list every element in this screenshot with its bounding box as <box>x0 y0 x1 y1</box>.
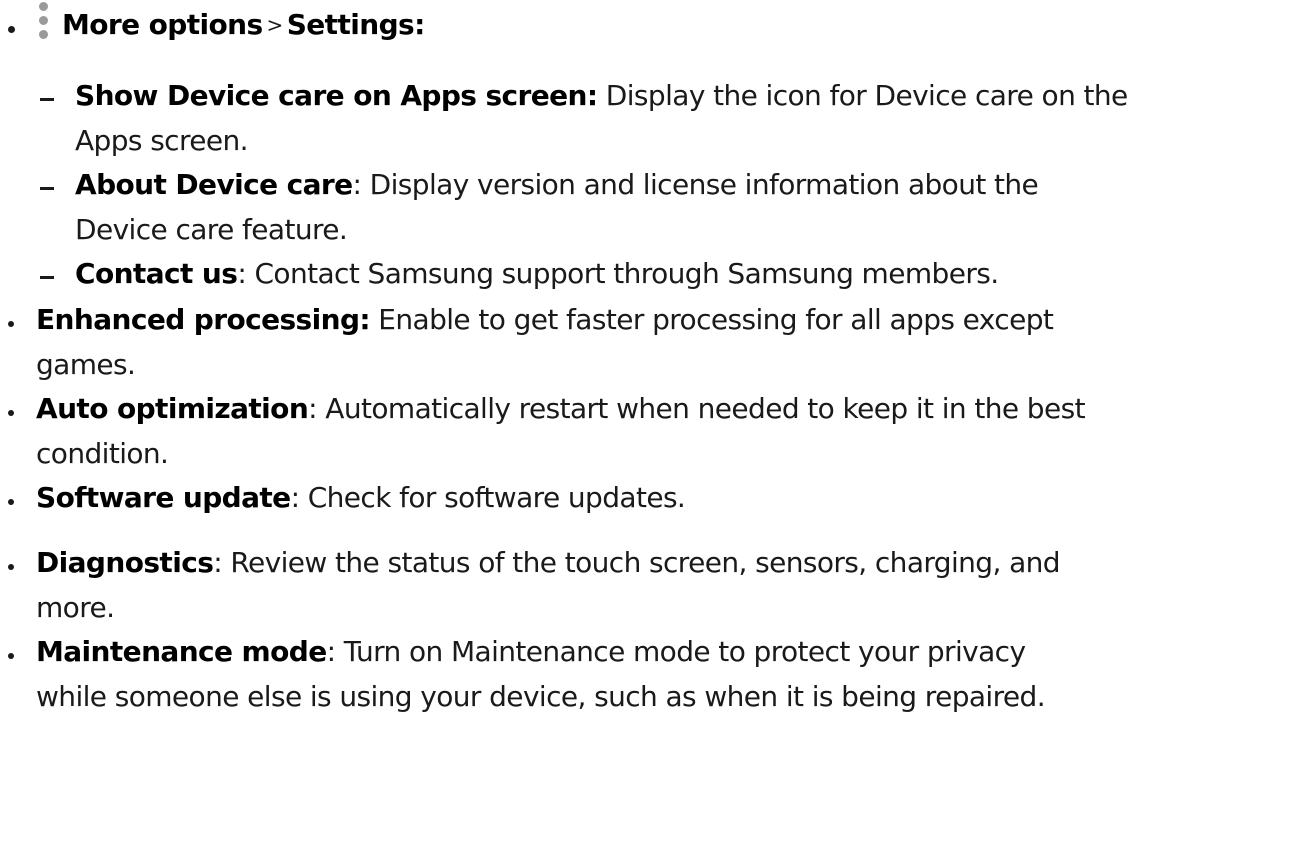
bullet-dot <box>8 410 14 416</box>
item-enhanced-processing: Enhanced processing: Enable to get faste… <box>36 297 1054 342</box>
sub-item-about-device-care: About Device care: Display version and l… <box>75 162 1039 207</box>
bullet-dot <box>8 26 15 33</box>
sub-item-description: Display the icon for Device care on the <box>597 79 1128 112</box>
item-auto-optimization: Auto optimization: Automatically restart… <box>36 386 1086 431</box>
settings-label: Settings: <box>286 8 426 41</box>
item-description-cont: games. <box>36 348 136 381</box>
item-description: : Turn on Maintenance mode to protect yo… <box>326 635 1026 668</box>
more-options-icon <box>36 2 50 42</box>
item-description: : Check for software updates. <box>290 481 686 514</box>
bullet-dot <box>8 499 14 505</box>
sub-item-term: Show Device care on Apps screen: <box>75 79 598 112</box>
dash-marker <box>40 187 54 190</box>
sub-item-term: About Device care <box>75 168 353 201</box>
item-software-update: Software update: Check for software upda… <box>36 475 686 520</box>
dash-marker <box>40 276 54 279</box>
bullet-dot <box>8 564 14 570</box>
item-term: Software update <box>36 481 291 514</box>
sub-item-contact-us: Contact us: Contact Samsung support thro… <box>75 251 999 296</box>
item-term: Diagnostics <box>36 546 214 579</box>
sub-item-description-cont: Device care feature. <box>75 213 348 246</box>
item-description-cont: while someone else is using your device,… <box>36 680 1046 713</box>
bullet-dot <box>8 653 14 659</box>
item-term: Auto optimization <box>36 392 309 425</box>
more-options-label: More options <box>62 8 263 41</box>
item-description: : Automatically restart when needed to k… <box>308 392 1085 425</box>
sub-item-show-device-care: Show Device care on Apps screen: Display… <box>75 73 1128 118</box>
sub-item-description-cont: Apps screen. <box>75 124 249 157</box>
item-diagnostics: Diagnostics: Review the status of the to… <box>36 540 1061 585</box>
sub-item-description: : Display version and license informatio… <box>352 168 1039 201</box>
item-term: Enhanced processing: <box>36 303 371 336</box>
item-description: : Review the status of the touch screen,… <box>213 546 1060 579</box>
item-description: Enable to get faster processing for all … <box>369 303 1054 336</box>
item-maintenance-mode: Maintenance mode: Turn on Maintenance mo… <box>36 629 1026 674</box>
sub-item-continuation: Device care feature. <box>75 207 348 252</box>
item-continuation: condition. <box>36 431 169 476</box>
item-continuation: more. <box>36 585 115 630</box>
item-term: Maintenance mode <box>36 635 327 668</box>
item-description-cont: more. <box>36 591 115 624</box>
item-continuation: games. <box>36 342 136 387</box>
path-separator: > <box>266 13 284 37</box>
top-item-path: More options > Settings: <box>36 2 425 50</box>
sub-item-description: : Contact Samsung support through Samsun… <box>237 257 999 290</box>
dash-marker <box>40 98 54 101</box>
sub-item-term: Contact us <box>75 257 238 290</box>
item-continuation: while someone else is using your device,… <box>36 674 1046 719</box>
sub-item-continuation: Apps screen. <box>75 118 249 163</box>
bullet-dot <box>8 321 14 327</box>
settings-help-document: More options > Settings: Show Device care … <box>0 0 1309 849</box>
item-description-cont: condition. <box>36 437 169 470</box>
